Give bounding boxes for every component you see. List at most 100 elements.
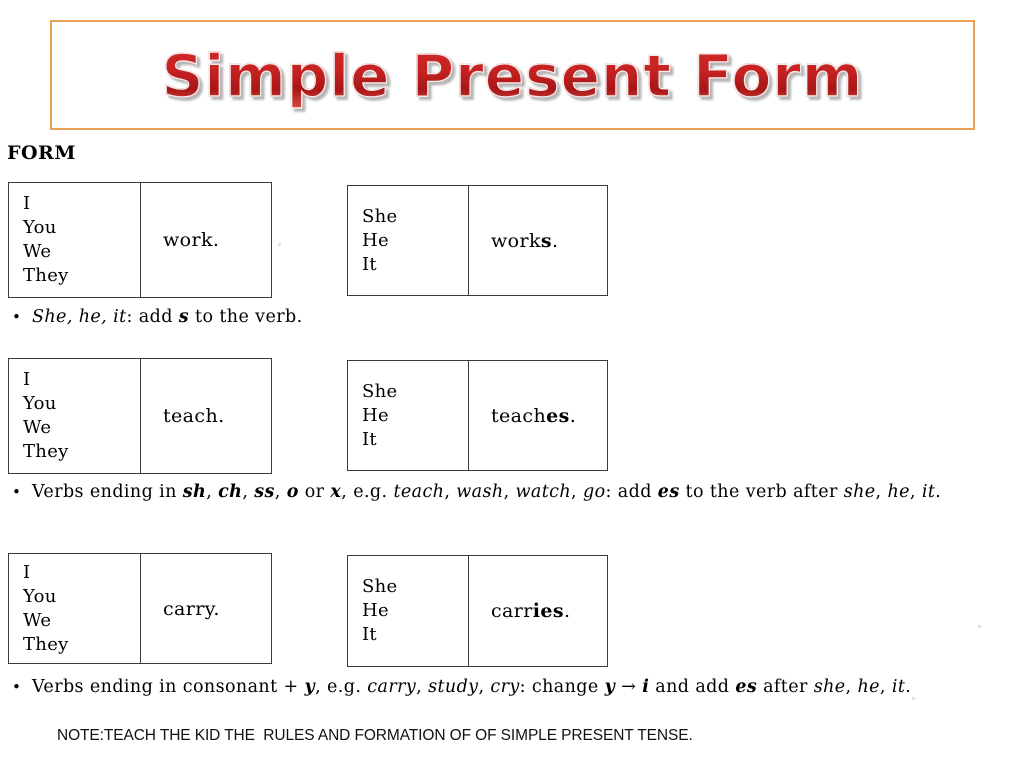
conjugation-table-3-right: She He It carries. [347,555,608,667]
subject-cell: I You We They [9,554,141,663]
subject-cell: She He It [348,361,469,470]
rule-segment: : add [605,482,658,502]
rule-segment: she [843,482,876,502]
rule-segment: teach [393,482,445,502]
rule-segment: sh [182,482,207,502]
rule-segment: to the verb after [679,482,844,502]
pronoun: She [362,380,398,402]
rule-segment: he [857,677,880,697]
rule-segment: it [891,677,906,697]
rule-segment: wash [456,482,504,502]
verb-period: . [212,229,220,251]
verb-inflection: ies [532,600,564,622]
verb-stem: teach [163,405,219,427]
pronoun: We [23,417,52,438]
verb-stem: work [163,229,213,251]
verb-period: . [213,597,220,620]
rule-segment: , [416,677,429,697]
pronoun: They [23,265,69,286]
pronoun: You [23,393,57,414]
rule-segment: es [735,677,758,697]
rule-segment: , [571,482,583,502]
verb-form: carry. [163,598,220,620]
rule-segment: y [604,677,616,697]
rule-segment: s [178,307,190,327]
verb-inflection: s [540,229,553,252]
verb-stem: teach [491,404,547,427]
rule-segment: , [444,482,457,502]
rule-segment: : change [519,677,605,697]
scan-speck [912,697,915,700]
rule-segment: , [242,482,255,502]
rule-segment: , e.g. [315,677,368,697]
rule-segment: , [478,677,491,697]
rule-segment: study [428,677,479,697]
verb-period: . [563,600,571,622]
pronoun: You [23,217,57,238]
rule-segment: cry [490,677,520,697]
pronoun: They [23,633,69,655]
pronoun: You [23,585,57,607]
rule-segment: carry [367,677,417,697]
rule-segment: or [298,482,331,502]
rule-segment: , [845,677,858,697]
rule-segment: → [615,677,643,697]
footer-note: NOTE:TEACH THE KID THE RULES AND FORMATI… [57,727,693,744]
subject-cell: She He It [348,556,469,666]
verb-cell: teaches. [469,361,607,470]
pronoun: He [362,600,389,621]
rule-segment: she [813,677,846,697]
subject-cell: I You We They [9,183,141,297]
pronoun: We [23,241,52,262]
verb-cell: teach. [141,359,271,473]
verb-form: teaches. [491,405,576,427]
section-heading-form: FORM [7,142,76,164]
verb-cell: carry. [141,554,271,663]
rule-segment: : add [126,307,179,327]
rule-segment: . [935,482,942,502]
rule-add-es: Verbs ending in sh, ch, ss, o or x, e.g.… [0,481,1024,504]
conjugation-table-2-right: She He It teaches. [347,360,608,471]
verb-inflection: es [546,404,570,427]
title-banner: Simple Present Form [50,20,975,130]
rule-segment: and add [649,677,736,697]
rule-add-s: She, he, it: add s to the verb. [0,306,652,329]
rule-y-to-i: Verbs ending in consonant + y, e.g. carr… [0,676,1024,699]
verb-cell: work. [141,183,271,297]
verb-form: work. [163,229,219,251]
rule-segment: , [875,482,888,502]
verb-period: . [218,405,225,427]
verb-form: teach. [163,405,225,427]
scan-speck [340,495,343,498]
rule-segment: watch [515,482,572,502]
verb-form: works. [491,230,558,252]
pronoun: It [362,253,377,275]
pronoun: He [362,229,389,251]
rule-segment: , e.g. [341,482,394,502]
rule-segment: , [909,482,922,502]
rule-segment: o [286,482,299,502]
rule-segment: , [879,677,892,697]
pronoun: I [23,369,31,390]
rule-segment: y [304,677,316,697]
rule-segment: , [206,482,219,502]
verb-stem: carry [163,597,214,620]
verb-period: . [552,229,559,252]
rule-segment: . [905,677,912,697]
rule-segment: es [657,482,680,502]
pronoun: They [23,441,69,462]
verb-cell: works. [469,186,607,295]
pronoun: I [23,561,31,583]
subject-cell: I You We They [9,359,141,473]
pronoun: She [362,576,398,597]
conjugation-table-1-left: I You We They work. [8,182,272,298]
scan-speck [978,625,981,628]
verb-form: carries. [491,600,570,622]
pronoun: It [362,624,377,645]
subject-cell: She He It [348,186,469,295]
verb-stem: work [491,229,541,252]
pronoun: She [362,205,398,227]
rule-segment: , [274,482,287,502]
conjugation-table-2-left: I You We They teach. [8,358,272,474]
pronoun: It [362,428,377,450]
